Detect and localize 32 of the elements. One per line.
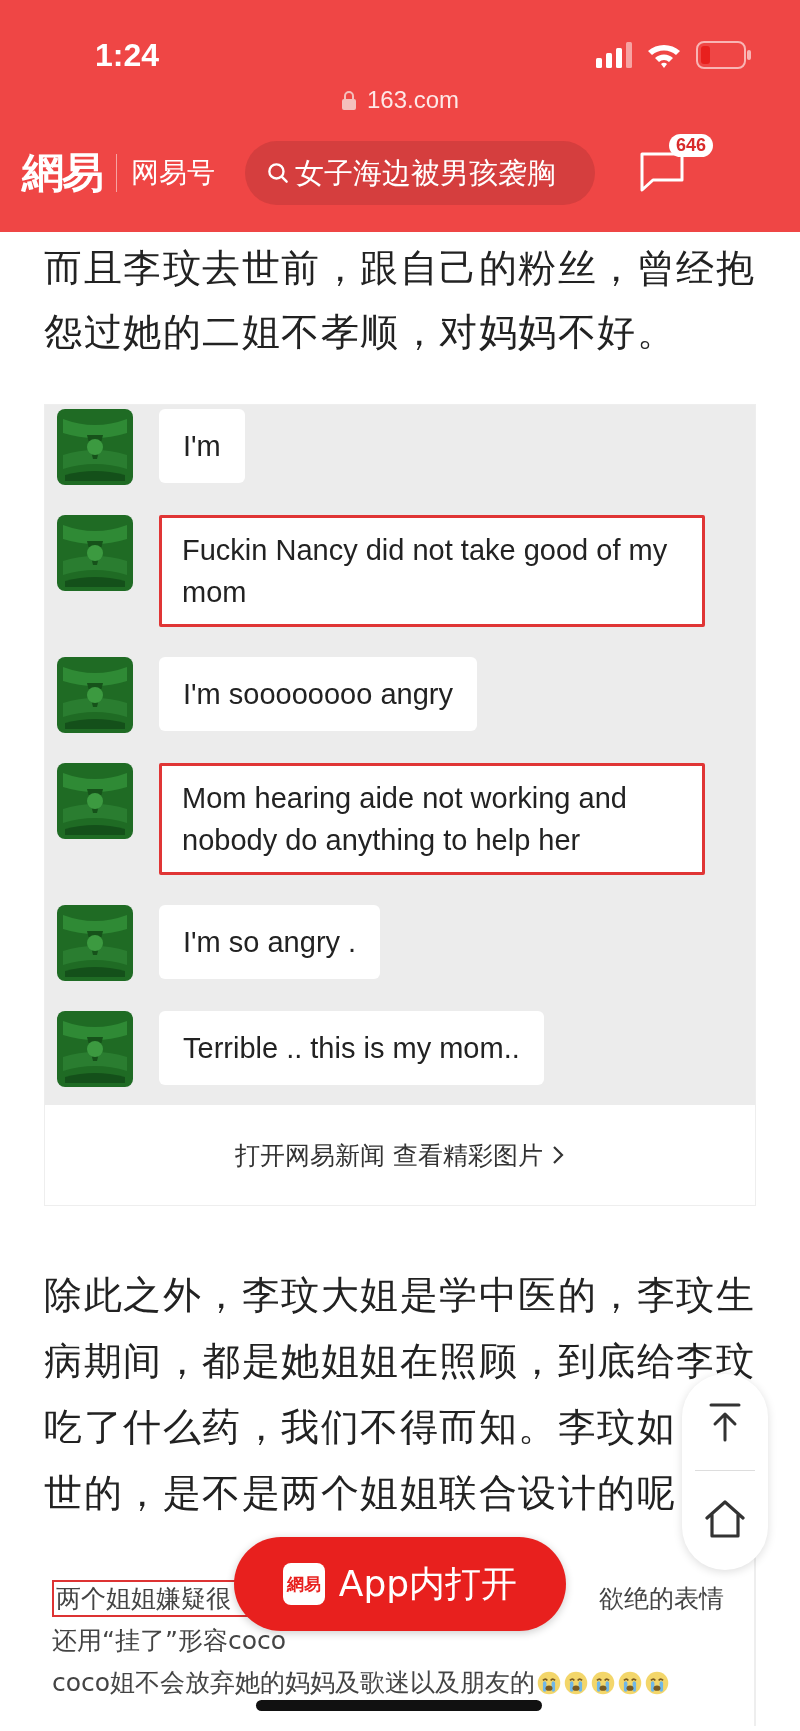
screenshot-text: 欲绝的表情 <box>599 1583 724 1615</box>
notification-badge: 646 <box>669 134 714 157</box>
article-text-line: 除此之外，李玟大姐是学中医的，李玟生 <box>44 1272 755 1319</box>
article-text-line: 世的，是不是两个姐姐联合设计的呢 <box>44 1470 676 1517</box>
chevron-right-icon <box>550 1144 565 1166</box>
article-text-line: 吃了什么药，我们不得而知。李玟如 <box>44 1404 676 1451</box>
clock-time: 1:24 <box>95 36 160 74</box>
message-bubble: I'm <box>159 409 245 483</box>
open-in-app-button[interactable]: 網易 App内打开 <box>234 1537 566 1631</box>
message-bubble: I'm so angry . <box>159 905 381 979</box>
crying-emoji-icon <box>617 1669 644 1696</box>
lock-icon <box>340 90 357 110</box>
app-logo: 網易 <box>282 1563 325 1605</box>
search-field[interactable]: 女子海边被男孩袭胸 <box>245 141 595 205</box>
message-bubble: I'm soooooooo angry <box>159 657 477 731</box>
battery-icon <box>696 41 752 69</box>
message-bubble: Mom hearing aide not working and nobody do anything to help her <box>159 763 705 875</box>
message-bubble: Fuckin Nancy did not take good of my mom <box>159 515 705 627</box>
channel-link[interactable]: 网易号 <box>131 154 215 192</box>
arrow-up-icon <box>708 1402 742 1442</box>
article-paragraph: 而且李玟去世前，跟自己的粉丝，曾经抱怨过她的二姐不孝顺，对妈妈不好。 <box>43 245 756 356</box>
address-bar[interactable]: 163.com <box>330 80 470 120</box>
crying-emoji-icon <box>563 1669 590 1696</box>
screenshot-text: coco姐不会放弃她的妈妈及歌迷以及朋友的 <box>52 1667 536 1699</box>
home-icon <box>704 1499 746 1539</box>
signal-icon <box>596 42 632 68</box>
logo[interactable]: 網易 <box>22 145 102 201</box>
crying-emoji-icon <box>536 1669 563 1696</box>
crying-emoji-icon <box>590 1669 617 1696</box>
wifi-icon <box>646 42 682 68</box>
message-bubble: Terrible .. this is my mom.. <box>159 1011 544 1085</box>
crying-emoji-icon <box>644 1669 671 1696</box>
